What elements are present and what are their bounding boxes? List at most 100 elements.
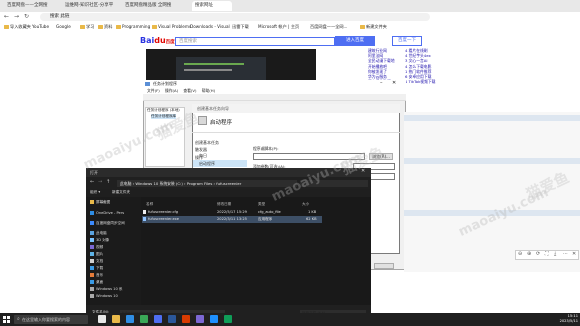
list-item[interactable]: 1 TikTok视频下载 [405, 79, 445, 84]
video-line [184, 63, 244, 65]
browser-tab-active[interactable]: 搜索网址 [192, 1, 232, 11]
browser-tab[interactable]: 百度网盘精品版 全网搜 [122, 1, 190, 11]
bookmark-item[interactable]: 导入收藏夹 [4, 22, 31, 31]
nav-item[interactable]: 音乐 [96, 272, 103, 278]
minimize-icon[interactable]: – [380, 80, 383, 86]
up-icon[interactable]: ↑ [106, 179, 110, 185]
nav-item[interactable]: 百度网盘同步空间 [96, 220, 125, 226]
close-icon[interactable]: ✕ [572, 251, 576, 257]
menu-item[interactable]: 帮助(H) [202, 88, 215, 93]
zoom-out-icon[interactable]: ⊖ [518, 251, 522, 257]
bookmark-item[interactable]: Google [56, 22, 71, 31]
edge-icon[interactable] [126, 315, 134, 323]
app-icon[interactable] [210, 315, 218, 323]
column-header[interactable]: 修改日期 [217, 202, 231, 207]
breadcrumb-item[interactable]: 此电脑 [120, 181, 131, 186]
breadcrumb-item[interactable]: Program Files [187, 181, 213, 186]
windows-start-icon[interactable] [3, 316, 10, 323]
address-input[interactable]: 搜索 此链 [40, 13, 430, 21]
column-header[interactable]: 类型 [258, 202, 265, 207]
menu-item[interactable]: 查看(V) [183, 88, 196, 93]
clock-date: 2023/5/11 [559, 319, 578, 323]
rotate-icon[interactable]: ⟳ [536, 251, 540, 257]
cancel-button[interactable] [374, 263, 394, 269]
organize-button[interactable]: 组织 ▾ [90, 190, 100, 195]
file-size: 1 KB [308, 210, 317, 214]
back-icon[interactable]: ← [90, 179, 94, 185]
task-view-icon[interactable] [98, 315, 106, 323]
forward-icon[interactable]: → [98, 179, 102, 185]
browser-tab[interactable]: 运维网-知识社区-分享平台 [62, 1, 120, 18]
menu-item[interactable]: 操作(A) [165, 88, 178, 93]
panel-section [404, 158, 580, 164]
folder-icon [98, 25, 103, 29]
chrome-icon[interactable] [140, 315, 148, 323]
app-icon[interactable] [224, 315, 232, 323]
file-icon [143, 210, 146, 214]
forward-icon[interactable]: → [14, 13, 19, 20]
bookmark-item[interactable]: 学习 [80, 22, 94, 31]
breadcrumb-item[interactable]: fufuscreenier [216, 181, 241, 186]
baidu-logo[interactable]: Baidu百度 [140, 36, 175, 45]
nav-item[interactable]: 屏幕截图 [96, 199, 110, 205]
column-header[interactable]: 名称 [146, 202, 153, 207]
window-title: 任务计划程序 [143, 80, 406, 88]
zoom-in-icon[interactable]: ⊕ [527, 251, 531, 257]
document-icon [90, 259, 94, 263]
bookmark-item[interactable]: 迅雷下载 [232, 22, 249, 31]
breadcrumb-item[interactable]: Windows 10 系统安装 (C:) [135, 181, 182, 186]
refresh-icon[interactable]: ↻ [24, 13, 29, 20]
new-folder-button[interactable]: 新建文件夹 [112, 190, 130, 195]
breadcrumb[interactable]: 此电脑 › Windows 10 系统安装 (C:) › Program Fil… [117, 180, 297, 187]
folder-icon [4, 25, 9, 29]
word-icon[interactable] [168, 315, 176, 323]
nav-item[interactable]: 视频 [96, 244, 103, 250]
bookmark-item[interactable]: 新建文件夹 [360, 22, 387, 31]
wizard-step-current: 启动程序 [199, 161, 215, 166]
bookmark-item[interactable]: Visual Problems [152, 22, 191, 31]
baidu-secondary-button[interactable]: 百度一下 [392, 36, 422, 46]
computer-icon [90, 231, 94, 235]
browser-tab[interactable]: 百度网盘——全网搜 [4, 1, 60, 11]
app-icon[interactable] [182, 315, 190, 323]
nav-item[interactable]: 3D 对象 [96, 237, 109, 243]
file-name: fufuscreenier.cfg [148, 210, 179, 214]
nav-item[interactable]: Windows 10 [96, 293, 118, 299]
app-icon[interactable] [196, 315, 204, 323]
video-line [184, 69, 232, 71]
divider [192, 132, 400, 133]
bookmark-item[interactable]: 资料 [98, 22, 112, 31]
nav-item[interactable]: OneDrive - Pers [96, 210, 124, 216]
toolbar [143, 94, 406, 101]
folder-icon [152, 25, 157, 29]
bookmark-item[interactable]: Microsoft 帐户 | 主页 [258, 22, 299, 31]
bookmark-item[interactable]: Downloads - Visual [190, 22, 230, 31]
program-label: 程序或脚本(P): [253, 146, 279, 151]
back-icon[interactable]: ← [4, 13, 9, 20]
clock[interactable]: 15:11 2023/5/11 [538, 314, 578, 326]
more-icon[interactable]: ⋯ [563, 251, 568, 257]
menu-item[interactable]: 文件(F) [147, 88, 160, 93]
nav-item[interactable]: 此电脑 [96, 230, 107, 236]
nav-item[interactable]: 文档 [96, 258, 103, 264]
bookmark-item[interactable]: Programming [116, 22, 150, 31]
fit-icon[interactable]: ⛶ [545, 251, 549, 257]
taskbar-search-input[interactable]: 在这里输入你要搜索的内容 [14, 315, 88, 324]
baidu-netdisk-icon[interactable] [154, 315, 162, 323]
result-list-right: 4 看片在线刷 4 世纪芋头4ex 3 文心一言AI 4 怎么下载电影 1 热门… [405, 48, 445, 84]
nav-item[interactable]: 图片 [96, 251, 103, 257]
baidu-search-input[interactable]: 百度搜索 [175, 37, 335, 46]
bookmark-item[interactable]: YouTube [32, 22, 49, 31]
close-icon[interactable]: ✕ [392, 80, 396, 86]
nav-item[interactable]: 下载 [96, 265, 103, 271]
tree-item[interactable]: 任务计划程序 (本地) [147, 108, 180, 113]
download-icon [90, 266, 94, 270]
nav-item[interactable]: Windows 10 系 [96, 286, 123, 292]
download-icon[interactable]: ⤓ [554, 251, 556, 257]
file-explorer-icon[interactable] [112, 315, 120, 323]
column-header[interactable]: 大小 [302, 202, 309, 207]
bookmark-item[interactable]: 百度网盘——全网... [310, 22, 348, 31]
nav-item[interactable]: 桌面 [96, 279, 103, 285]
baidu-search-button[interactable]: 进入百度 [335, 36, 375, 46]
tab-label: 百度网盘精品版 全网搜 [125, 3, 172, 8]
